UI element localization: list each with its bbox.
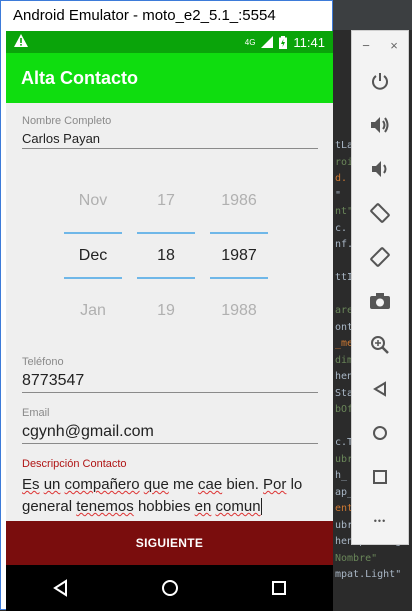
day-column[interactable]: 17 18 19 [137, 173, 195, 338]
name-field[interactable]: Nombre Completo Carlos Payan [22, 115, 318, 149]
desc-word: compañero [64, 476, 140, 493]
email-input[interactable]: cgynh@gmail.com [22, 419, 318, 444]
status-bar: 4G 11:41 [6, 31, 333, 53]
app-bar-title: Alta Contacto [6, 53, 333, 103]
navigation-bar [6, 565, 333, 611]
desc-word: Por [263, 476, 287, 493]
email-field[interactable]: Email cgynh@gmail.com [22, 407, 318, 444]
desc-word: que [143, 476, 169, 493]
window-title: Android Emulator - moto_e2_5.1_:5554 [1, 1, 332, 31]
desc-word: un [43, 476, 61, 493]
ide-code-line: Nombre" [335, 552, 378, 564]
volume-up-button[interactable] [352, 103, 408, 147]
phone-field[interactable]: Teléfono 8773547 [22, 356, 318, 393]
year-column[interactable]: 1986 1987 1988 [210, 173, 268, 338]
home-circle-icon [373, 426, 387, 440]
day-selected[interactable]: 18 [137, 232, 195, 279]
day-prev[interactable]: 17 [137, 173, 195, 228]
overview-square-icon [373, 470, 387, 484]
form-content: Nombre Completo Carlos Payan Nov Dec Jan… [6, 103, 333, 521]
emulator-side-panel: − × ••• [351, 30, 409, 545]
recents-icon[interactable] [270, 579, 288, 597]
zoom-button[interactable] [352, 323, 408, 367]
day-next[interactable]: 19 [137, 283, 195, 338]
volume-down-icon [372, 161, 387, 177]
desc-word: general [22, 498, 73, 515]
desc-word: me [172, 476, 194, 493]
rotate-left-icon [370, 203, 390, 223]
network-type-label: 4G [244, 37, 256, 47]
month-column[interactable]: Nov Dec Jan [64, 173, 122, 338]
phone-screen: 4G 11:41 Alta Contacto Nombre Completo C… [6, 31, 333, 611]
desc-word: Es [22, 476, 40, 493]
home-button[interactable] [352, 411, 408, 455]
emulator-window: Android Emulator - moto_e2_5.1_:5554 4G … [0, 0, 333, 611]
desc-word: lo [290, 476, 303, 493]
power-button[interactable] [352, 59, 408, 103]
next-button[interactable]: SIGUIENTE [6, 521, 333, 565]
screenshot-button[interactable] [352, 279, 408, 323]
desc-word: comun [215, 498, 261, 515]
text-cursor [260, 498, 262, 515]
date-picker[interactable]: Nov Dec Jan 17 18 19 1986 1987 1988 [64, 173, 274, 323]
email-label: Email [22, 407, 50, 419]
phone-input[interactable]: 8773547 [22, 368, 318, 393]
zoom-icon [371, 336, 389, 354]
battery-icon [279, 35, 288, 49]
minimize-button[interactable]: − [362, 38, 370, 53]
status-time: 11:41 [293, 34, 325, 50]
ide-code-line: mpat.Light" [335, 569, 402, 580]
desc-word: tenemos [76, 498, 134, 515]
phone-label: Teléfono [22, 356, 64, 368]
rotate-right-icon [370, 247, 390, 267]
back-triangle-icon [373, 381, 386, 397]
desc-word: bien. [226, 476, 259, 493]
description-label: Descripción Contacto [22, 458, 127, 470]
camera-icon [370, 293, 390, 309]
name-label: Nombre Completo [22, 115, 112, 127]
overview-button[interactable] [352, 455, 408, 499]
more-button[interactable]: ••• [352, 499, 408, 543]
power-icon [372, 73, 388, 90]
close-button[interactable]: × [390, 38, 398, 53]
year-selected[interactable]: 1987 [210, 232, 268, 279]
rotate-right-button[interactable] [352, 235, 408, 279]
year-prev[interactable]: 1986 [210, 173, 268, 228]
back-button[interactable] [352, 367, 408, 411]
description-field[interactable]: Descripción Contacto Es un compañero que… [22, 458, 318, 518]
warning-icon [14, 34, 28, 47]
ide-toolbar [333, 0, 412, 30]
desc-word: cae [197, 476, 223, 493]
home-icon[interactable] [161, 579, 179, 597]
rotate-left-button[interactable] [352, 191, 408, 235]
desc-word: en [194, 498, 212, 515]
back-icon[interactable] [52, 579, 70, 597]
signal-icon [261, 36, 274, 48]
desc-word: hobbies [137, 498, 191, 515]
name-input[interactable]: Carlos Payan [22, 127, 318, 149]
month-selected[interactable]: Dec [64, 232, 122, 279]
month-next[interactable]: Jan [64, 283, 122, 338]
month-prev[interactable]: Nov [64, 173, 122, 228]
description-input[interactable]: Es un compañero que me cae bien. Por lo … [22, 470, 318, 518]
volume-up-icon [371, 117, 389, 133]
year-next[interactable]: 1988 [210, 283, 268, 338]
volume-down-button[interactable] [352, 147, 408, 191]
